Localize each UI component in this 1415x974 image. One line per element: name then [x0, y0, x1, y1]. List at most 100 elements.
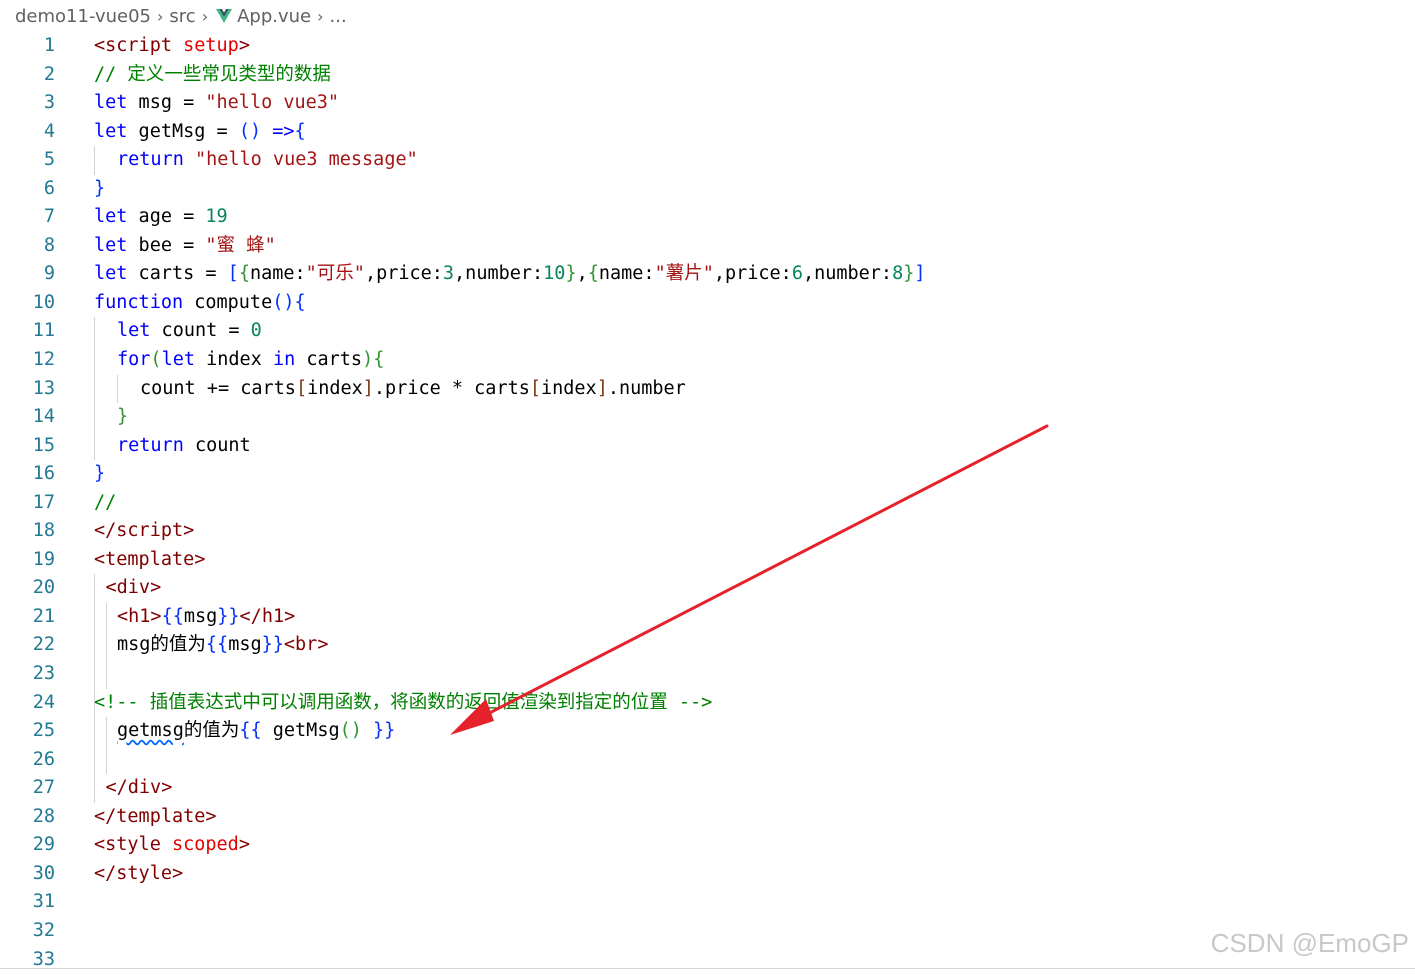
line-number: 25	[0, 717, 55, 746]
code-line[interactable]: 3let msg = "hello vue3"	[0, 89, 1415, 118]
code-line[interactable]: 4let getMsg = () =>{	[0, 118, 1415, 147]
indent-guide	[94, 603, 95, 632]
line-number: 23	[0, 660, 55, 689]
breadcrumb: demo11-vue05 › src › App.vue › ...	[15, 4, 347, 28]
code-line[interactable]: 14}	[0, 403, 1415, 432]
line-number: 16	[0, 460, 55, 489]
line-code: }	[94, 460, 105, 489]
code-token: style	[105, 834, 161, 855]
code-token: {{	[162, 606, 184, 627]
code-line[interactable]: 33	[0, 946, 1415, 974]
code-token: "可乐"	[306, 263, 365, 284]
code-token: ]	[597, 378, 608, 399]
code-token: }}	[217, 606, 239, 627]
code-token: getmsg	[117, 720, 184, 741]
line-code: let count = 0	[117, 317, 262, 346]
code-token: return	[117, 149, 184, 170]
code-token: </	[106, 777, 128, 798]
code-line[interactable]: 11let count = 0	[0, 317, 1415, 346]
code-token: 10	[543, 263, 565, 284]
code-line[interactable]: 7let age = 19	[0, 203, 1415, 232]
breadcrumb-project[interactable]: demo11-vue05	[15, 6, 151, 27]
code-line[interactable]: 30</style>	[0, 860, 1415, 889]
code-token: >	[172, 863, 183, 884]
code-line[interactable]: 22msg的值为{{msg}}<br>	[0, 631, 1415, 660]
indent-guide	[117, 375, 118, 404]
code-token: {	[373, 349, 384, 370]
line-number: 22	[0, 631, 55, 660]
code-token: }	[565, 263, 576, 284]
line-code: for(let index in carts){	[117, 346, 384, 375]
code-token: {	[295, 292, 306, 313]
code-token: ,price:	[714, 263, 792, 284]
code-line[interactable]: 18</script>	[0, 517, 1415, 546]
indent-guide	[94, 774, 95, 803]
code-token: "薯片"	[655, 263, 714, 284]
code-token: .price * carts	[374, 378, 530, 399]
breadcrumb-folder[interactable]: src	[169, 6, 195, 27]
code-line[interactable]: 24<!-- 插值表达式中可以调用函数，将函数的返回值渲染到指定的位置 -->	[0, 689, 1415, 718]
breadcrumb-more[interactable]: ...	[330, 6, 347, 27]
code-line[interactable]: 19<template>	[0, 546, 1415, 575]
indent-guide	[94, 346, 95, 375]
code-line[interactable]: 6}	[0, 175, 1415, 204]
line-number: 3	[0, 89, 55, 118]
line-number: 33	[0, 946, 55, 974]
line-number: 9	[0, 260, 55, 289]
code-token: {	[295, 121, 306, 142]
code-token: =>	[272, 121, 294, 142]
code-line[interactable]: 21<h1>{{msg}}</h1>	[0, 603, 1415, 632]
line-code: <h1>{{msg}}</h1>	[117, 603, 295, 632]
code-line[interactable]: 32	[0, 917, 1415, 946]
code-token: "蜜 蜂"	[205, 235, 275, 256]
code-line[interactable]: 26	[0, 746, 1415, 775]
indent-guide	[94, 146, 95, 175]
code-token: }}	[262, 634, 284, 655]
code-line[interactable]: 27</div>	[0, 774, 1415, 803]
breadcrumb-file[interactable]: App.vue	[237, 6, 311, 27]
line-number: 12	[0, 346, 55, 375]
code-line[interactable]: 12 for(let index in carts){	[0, 346, 1415, 375]
code-line[interactable]: 25getmsg的值为{{ getMsg() }}	[0, 717, 1415, 746]
code-token: 的值为	[184, 720, 240, 741]
indent-guide	[94, 432, 95, 461]
code-token: style	[116, 863, 172, 884]
code-line[interactable]: 2// 定义一些常见类型的数据	[0, 61, 1415, 90]
code-token: in	[273, 349, 295, 370]
code-token: for	[117, 349, 150, 370]
code-line[interactable]: 28</template>	[0, 803, 1415, 832]
code-line[interactable]: 13count += carts[index].price * carts[in…	[0, 375, 1415, 404]
code-token	[362, 720, 373, 741]
code-line[interactable]: 17//	[0, 489, 1415, 518]
code-token: msg	[184, 606, 217, 627]
code-line[interactable]: 29<style scoped>	[0, 831, 1415, 860]
code-token: div	[117, 577, 150, 598]
code-line[interactable]: 31	[0, 888, 1415, 917]
code-line[interactable]: 15return count	[0, 432, 1415, 461]
code-line[interactable]: 20<div>	[0, 574, 1415, 603]
code-token: getMsg =	[127, 121, 238, 142]
line-number: 4	[0, 118, 55, 147]
code-token: {	[239, 263, 250, 284]
code-token: name:	[599, 263, 655, 284]
code-line[interactable]: 10function compute(){	[0, 289, 1415, 318]
code-line[interactable]: 8let bee = "蜜 蜂"	[0, 232, 1415, 261]
code-token: </	[240, 606, 262, 627]
line-code: <div>	[106, 574, 162, 603]
indent-guide	[94, 631, 95, 660]
code-line[interactable]: 23	[0, 660, 1415, 689]
code-line[interactable]: 16}	[0, 460, 1415, 489]
code-token: "hello vue3 message"	[195, 149, 418, 170]
code-token: ()	[272, 292, 294, 313]
code-token: msg的值为	[117, 634, 206, 655]
code-line[interactable]: 9let carts = [{name:"可乐",price:3,number:…	[0, 260, 1415, 289]
code-token: ,number:	[454, 263, 543, 284]
code-token: <	[284, 634, 295, 655]
code-token: (	[150, 349, 161, 370]
code-line[interactable]: 5return "hello vue3 message"	[0, 146, 1415, 175]
line-code: //	[94, 489, 116, 518]
code-line[interactable]: 1<script setup>	[0, 32, 1415, 61]
line-number: 31	[0, 888, 55, 917]
line-code: count += carts[index].price * carts[inde…	[140, 375, 686, 404]
code-editor[interactable]: 1<script setup>2// 定义一些常见类型的数据3let msg =…	[0, 32, 1415, 974]
